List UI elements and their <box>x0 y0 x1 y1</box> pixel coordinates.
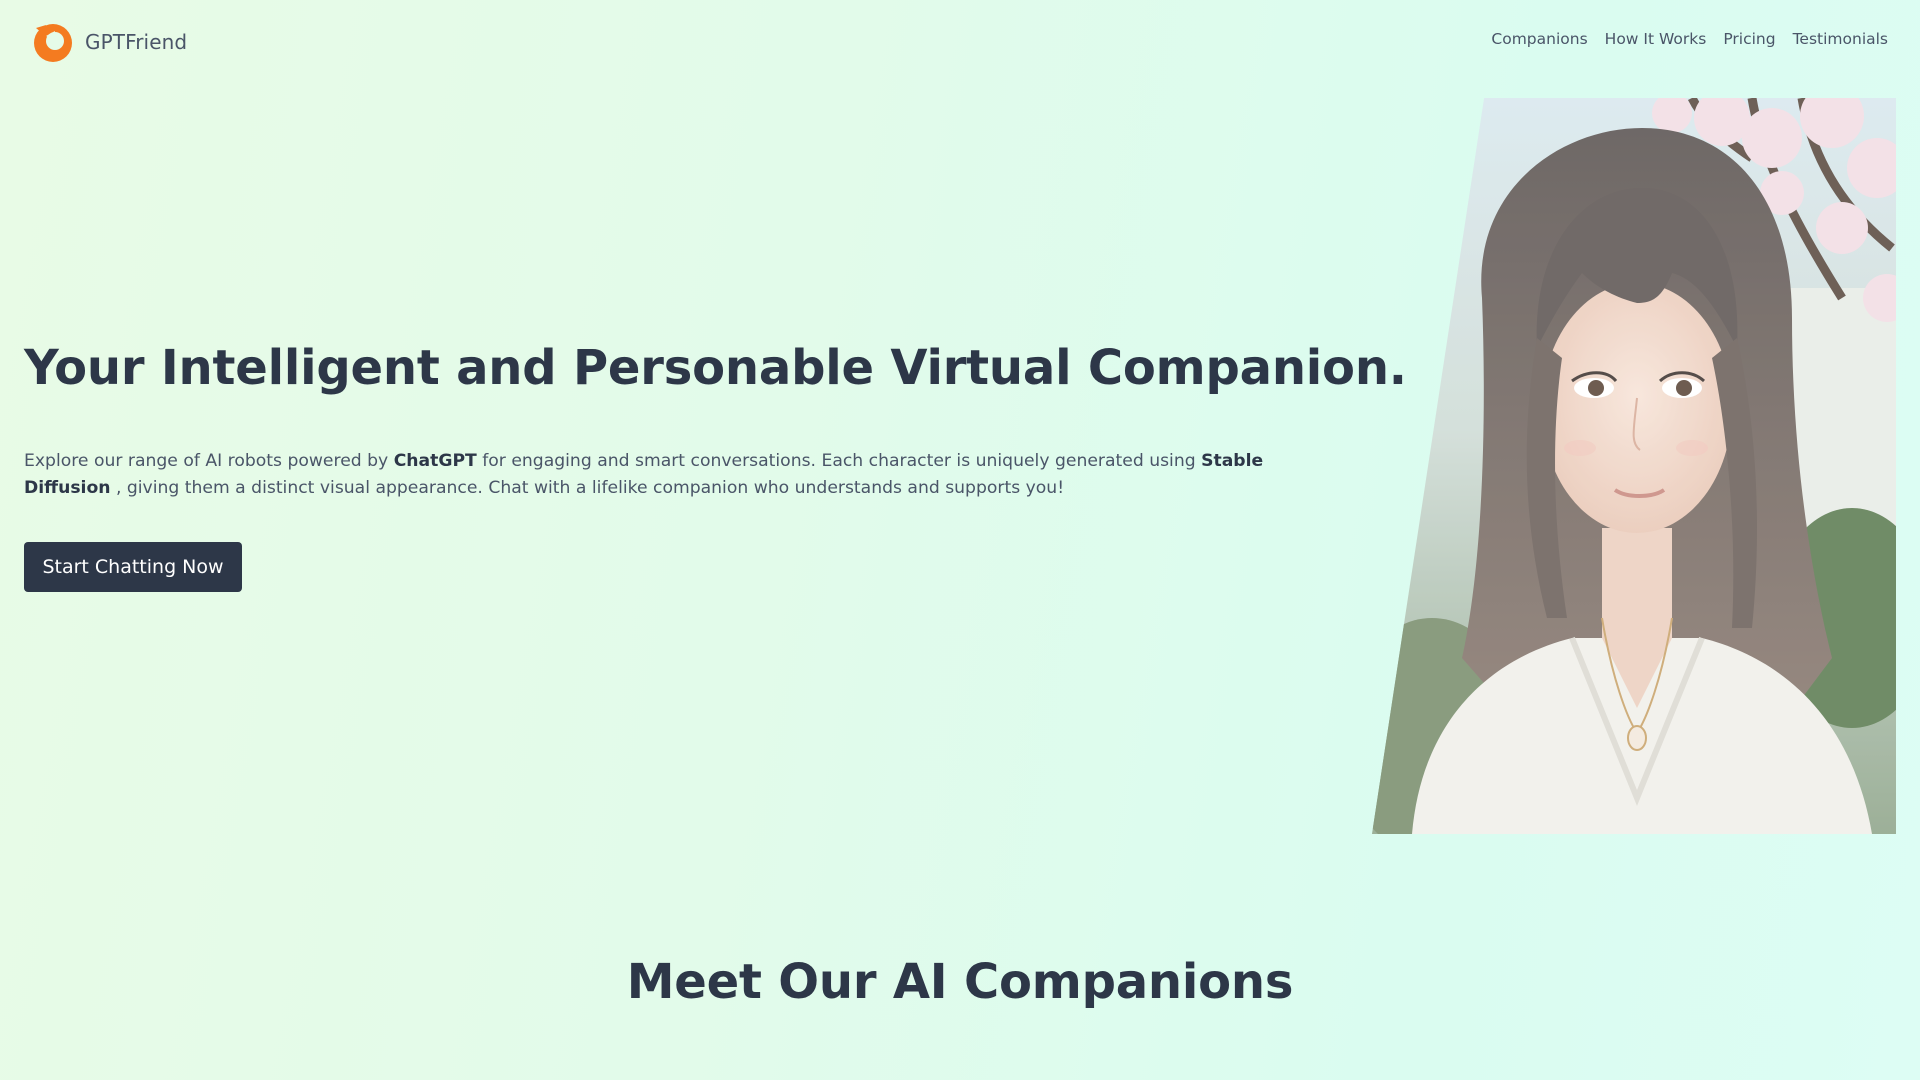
nav-link-pricing[interactable]: Pricing <box>1723 30 1775 48</box>
chatgpt-highlight: ChatGPT <box>393 451 477 471</box>
site-header: GPTFriend Companions How It Works Pricin… <box>0 0 1920 84</box>
flame-ring-icon <box>34 24 72 62</box>
companion-portrait-illustration <box>1372 98 1896 834</box>
brand-logo[interactable]: GPTFriend <box>32 21 187 63</box>
hero-description: Explore our range of AI robots powered b… <box>24 448 1274 502</box>
hero-description-text: , giving them a distinct visual appearan… <box>110 478 1065 498</box>
hero-description-text: Explore our range of AI robots powered b… <box>24 451 394 471</box>
nav-link-companions[interactable]: Companions <box>1491 30 1587 48</box>
hero-title: Your Intelligent and Personable Virtual … <box>24 340 1407 396</box>
nav-link-how-it-works[interactable]: How It Works <box>1605 30 1707 48</box>
companion-portrait-image <box>1372 98 1896 834</box>
brand-name: GPTFriend <box>85 30 188 54</box>
companions-section-title: Meet Our AI Companions <box>626 954 1294 1010</box>
hero-description-text: for engaging and smart conversations. Ea… <box>476 451 1202 471</box>
nav-link-testimonials[interactable]: Testimonials <box>1793 30 1888 48</box>
main-nav: Companions How It Works Pricing Testimon… <box>1491 30 1888 48</box>
start-chatting-button[interactable]: Start Chatting Now <box>24 542 242 592</box>
